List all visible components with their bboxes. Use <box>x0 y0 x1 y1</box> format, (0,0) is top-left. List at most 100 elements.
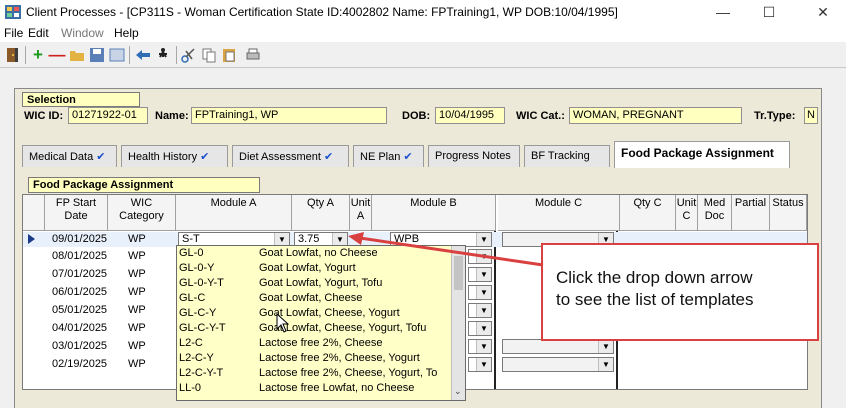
menu-file[interactable]: File <box>4 26 23 40</box>
row-category[interactable]: WP <box>128 250 146 262</box>
tab-medical-data[interactable]: Medical Data ✔ <box>22 145 117 167</box>
menu-edit[interactable]: Edit <box>28 26 49 40</box>
module-b-combo[interactable]: ▼ <box>468 267 492 282</box>
open-icon[interactable] <box>68 46 86 64</box>
row-date[interactable]: 06/01/2025 <box>52 286 107 298</box>
module-a-dropdown-list[interactable]: GL-0 Goat Lowfat, no Cheese GL-0-Y Goat … <box>176 245 466 401</box>
wic-cat-label: WIC Cat.: <box>516 110 565 122</box>
menu-help[interactable]: Help <box>114 26 139 40</box>
cut-icon[interactable] <box>180 46 198 64</box>
row-date[interactable]: 07/01/2025 <box>52 268 107 280</box>
save-icon[interactable] <box>88 46 106 64</box>
dropdown-arrow-icon[interactable]: ▼ <box>476 304 491 317</box>
toolbar-separator <box>176 46 177 64</box>
col-unit-c[interactable]: Unit C <box>676 195 698 231</box>
dropdown-item-desc[interactable]: Goat Lowfat, Cheese <box>259 292 362 304</box>
dropdown-item-code[interactable]: L2-C <box>179 337 203 349</box>
dropdown-item-code[interactable]: L2-C-Y <box>179 352 214 364</box>
dropdown-scrollbar[interactable]: ⌄ <box>451 246 465 400</box>
name-field: FPTraining1, WP <box>191 107 387 124</box>
check-icon: ✔ <box>323 151 334 163</box>
menu-bar: File Edit Window Help <box>0 24 846 42</box>
col-module-c[interactable]: Module C <box>498 195 620 231</box>
row-category[interactable]: WP <box>128 358 146 370</box>
dropdown-item-code[interactable]: GL-0-Y-T <box>179 277 224 289</box>
paste-icon[interactable] <box>220 46 238 64</box>
menu-window[interactable]: Window <box>61 26 104 40</box>
dropdown-item-desc[interactable]: Lactose free Lowfat, no Cheese <box>259 382 414 394</box>
col-module-b[interactable]: Module B <box>372 195 496 231</box>
module-b-combo[interactable]: ▼ <box>468 321 492 336</box>
mouse-cursor-icon <box>276 313 290 333</box>
col-module-a[interactable]: Module A <box>176 195 292 231</box>
dropdown-arrow-icon[interactable]: ▼ <box>476 268 491 281</box>
dropdown-arrow-icon[interactable]: ▼ <box>476 340 491 353</box>
module-b-combo[interactable]: ▼ <box>468 303 492 318</box>
maximize-button[interactable]: ☐ <box>746 0 792 24</box>
dropdown-arrow-icon[interactable]: ▼ <box>476 358 491 371</box>
row-category[interactable]: WP <box>128 286 146 298</box>
row-category[interactable]: WP <box>128 322 146 334</box>
dropdown-item-code[interactable]: GL-C <box>179 292 205 304</box>
row-category[interactable]: WP <box>128 233 146 245</box>
col-status[interactable]: Status <box>770 195 807 231</box>
module-c-combo[interactable]: ▼ <box>502 339 614 354</box>
check-icon: ✔ <box>96 151 106 163</box>
toolbar-separator <box>25 46 26 64</box>
exit-icon[interactable] <box>4 46 22 64</box>
close-button[interactable]: ✕ <box>800 0 846 24</box>
col-unit-a[interactable]: Unit A <box>350 195 372 231</box>
row-category[interactable]: WP <box>128 268 146 280</box>
row-date[interactable]: 02/19/2025 <box>52 358 107 370</box>
row-date[interactable]: 05/01/2025 <box>52 304 107 316</box>
remove-icon[interactable]: — <box>48 46 66 64</box>
col-qty-c[interactable]: Qty C <box>620 195 676 231</box>
dropdown-item-desc[interactable]: Lactose free 2%, Cheese <box>259 337 383 349</box>
run-icon[interactable] <box>154 46 172 64</box>
col-qty-a[interactable]: Qty A <box>292 195 350 231</box>
check-icon: ✔ <box>403 151 413 163</box>
dropdown-item-code[interactable]: GL-C-Y <box>179 307 216 319</box>
app-icon <box>5 5 21 19</box>
back-icon[interactable] <box>134 46 152 64</box>
dropdown-item-desc[interactable]: Lactose free 2%, Cheese, Yogurt <box>259 352 420 364</box>
dropdown-item-desc[interactable]: Lactose free 2%, Cheese, Yogurt, To <box>259 367 437 379</box>
dropdown-item-code[interactable]: LL-0 <box>179 382 201 394</box>
row-category[interactable]: WP <box>128 340 146 352</box>
dropdown-item-code[interactable]: GL-0-Y <box>179 262 214 274</box>
row-date[interactable]: 08/01/2025 <box>52 250 107 262</box>
col-med-doc[interactable]: Med Doc <box>698 195 732 231</box>
row-category[interactable]: WP <box>128 304 146 316</box>
col-partial[interactable]: Partial <box>732 195 770 231</box>
dropdown-item-code[interactable]: L2-C-Y-T <box>179 367 223 379</box>
check-icon: ✔ <box>200 151 210 163</box>
tab-bf-tracking[interactable]: BF Tracking <box>524 145 610 167</box>
tab-food-package-assignment[interactable]: Food Package Assignment <box>614 141 790 168</box>
minimize-button[interactable]: — <box>700 0 746 24</box>
dropdown-arrow-icon[interactable]: ▼ <box>476 322 491 335</box>
module-b-combo[interactable]: ▼ <box>468 339 492 354</box>
copy-icon[interactable] <box>200 46 218 64</box>
dropdown-item-desc[interactable]: Goat Lowfat, Yogurt, Tofu <box>259 277 382 289</box>
dropdown-item-code[interactable]: GL-C-Y-T <box>179 322 226 334</box>
row-date[interactable]: 04/01/2025 <box>52 322 107 334</box>
row-date[interactable]: 03/01/2025 <box>52 340 107 352</box>
tab-progress-notes[interactable]: Progress Notes <box>428 145 520 167</box>
tab-health-history[interactable]: Health History ✔ <box>121 145 228 167</box>
dropdown-arrow-icon[interactable]: ▼ <box>598 340 613 353</box>
tab-ne-plan[interactable]: NE Plan ✔ <box>353 145 424 167</box>
add-icon[interactable]: + <box>29 46 47 64</box>
tab-diet-assessment[interactable]: Diet Assessment ✔ <box>232 145 349 167</box>
row-date[interactable]: 09/01/2025 <box>52 233 107 245</box>
dropdown-arrow-icon[interactable]: ▼ <box>476 286 491 299</box>
module-b-combo[interactable]: ▼ <box>468 285 492 300</box>
col-fp-start-date[interactable]: FP Start Date <box>45 195 108 231</box>
scroll-down-arrow-icon[interactable]: ⌄ <box>454 386 462 397</box>
dropdown-item-code[interactable]: GL-0 <box>179 247 203 259</box>
dropdown-arrow-icon[interactable]: ▼ <box>598 358 613 371</box>
module-b-combo[interactable]: ▼ <box>468 357 492 372</box>
print-icon[interactable] <box>244 46 262 64</box>
module-c-combo[interactable]: ▼ <box>502 357 614 372</box>
preview-icon[interactable] <box>108 46 126 64</box>
col-wic-category[interactable]: WIC Category <box>108 195 176 231</box>
